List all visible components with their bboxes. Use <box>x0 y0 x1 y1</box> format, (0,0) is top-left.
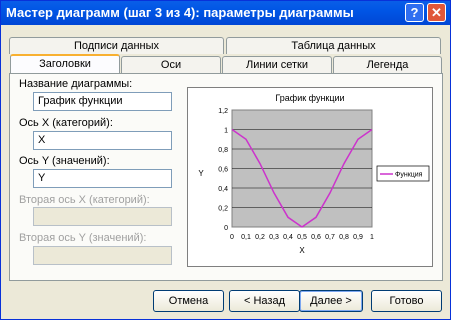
secondary-x-axis-label: Вторая ось X (категорий): <box>19 194 150 206</box>
y-tick-labels: 0 0,2 0,4 0,6 0,8 1 1,2 <box>218 108 228 232</box>
chart-preview: График функции 0 0,2 0,4 0,6 0,8 1 1,2 0 0,1 0,2… <box>187 87 433 267</box>
secondary-y-axis-label: Вторая ось Y (значений): <box>19 232 147 244</box>
y-axis-input[interactable]: Y <box>33 169 172 188</box>
window-title: Мастер диаграмм (шаг 3 из 4): параметры … <box>6 5 354 20</box>
y-tick-label: 1 <box>224 128 228 135</box>
y-tick-label: 0,6 <box>218 167 228 174</box>
chart-wizard-dialog: Мастер диаграмм (шаг 3 из 4): параметры … <box>0 0 451 320</box>
x-tick-label: 1 <box>370 234 374 241</box>
secondary-x-axis-input <box>33 207 172 226</box>
tab-data-table[interactable]: Таблица данных <box>226 37 441 54</box>
y-axis-title: Y <box>198 169 204 178</box>
y-tick-label: 0,4 <box>218 186 228 193</box>
back-button[interactable]: < Назад <box>229 290 300 312</box>
secondary-y-axis-input <box>33 246 172 265</box>
x-tick-label: 0,5 <box>297 234 307 241</box>
x-tick-label: 0,2 <box>255 234 265 241</box>
chart-preview-svg: График функции 0 0,2 0,4 0,6 0,8 1 1,2 0 0,1 0,2… <box>198 93 430 255</box>
tab-legend[interactable]: Легенда <box>333 56 442 73</box>
chart-title-input[interactable]: График функции <box>33 92 172 111</box>
cancel-button[interactable]: Отмена <box>153 290 224 312</box>
tab-axes[interactable]: Оси <box>121 56 221 73</box>
title-bar: Мастер диаграмм (шаг 3 из 4): параметры … <box>1 1 450 25</box>
chart-title: График функции <box>275 93 344 103</box>
x-tick-label: 0 <box>230 234 234 241</box>
y-tick-label: 0,2 <box>218 206 228 213</box>
chart-title-label: Название диаграммы: <box>19 78 133 90</box>
y-tick-label: 0,8 <box>218 147 228 154</box>
x-tick-label: 0,9 <box>353 234 363 241</box>
x-tick-label: 0,6 <box>311 234 321 241</box>
next-button[interactable]: Далее > <box>299 290 363 312</box>
x-axis-input[interactable]: X <box>33 131 172 150</box>
x-tick-label: 0,1 <box>241 234 251 241</box>
tab-data-labels[interactable]: Подписи данных <box>9 37 224 54</box>
y-tick-label: 0 <box>224 225 228 232</box>
y-axis-label: Ось Y (значений): <box>19 155 110 167</box>
x-axis-title: X <box>299 246 305 255</box>
x-tick-label: 0,3 <box>269 234 279 241</box>
close-button[interactable]: ✕ <box>427 3 446 22</box>
tab-gridlines[interactable]: Линии сетки <box>222 56 332 73</box>
tab-titles[interactable]: Заголовки <box>10 54 120 73</box>
help-button[interactable]: ? <box>405 3 424 22</box>
y-tick-label: 1,2 <box>218 108 228 115</box>
x-axis-label: Ось X (категорий): <box>19 117 113 129</box>
x-tick-labels: 0 0,1 0,2 0,3 0,4 0,5 0,6 0,7 0,8 0,9 1 <box>230 234 374 241</box>
legend-label: Функция <box>395 172 423 179</box>
finish-button[interactable]: Готово <box>371 290 442 312</box>
x-tick-label: 0,4 <box>283 234 293 241</box>
x-tick-label: 0,8 <box>339 234 349 241</box>
x-tick-label: 0,7 <box>325 234 335 241</box>
